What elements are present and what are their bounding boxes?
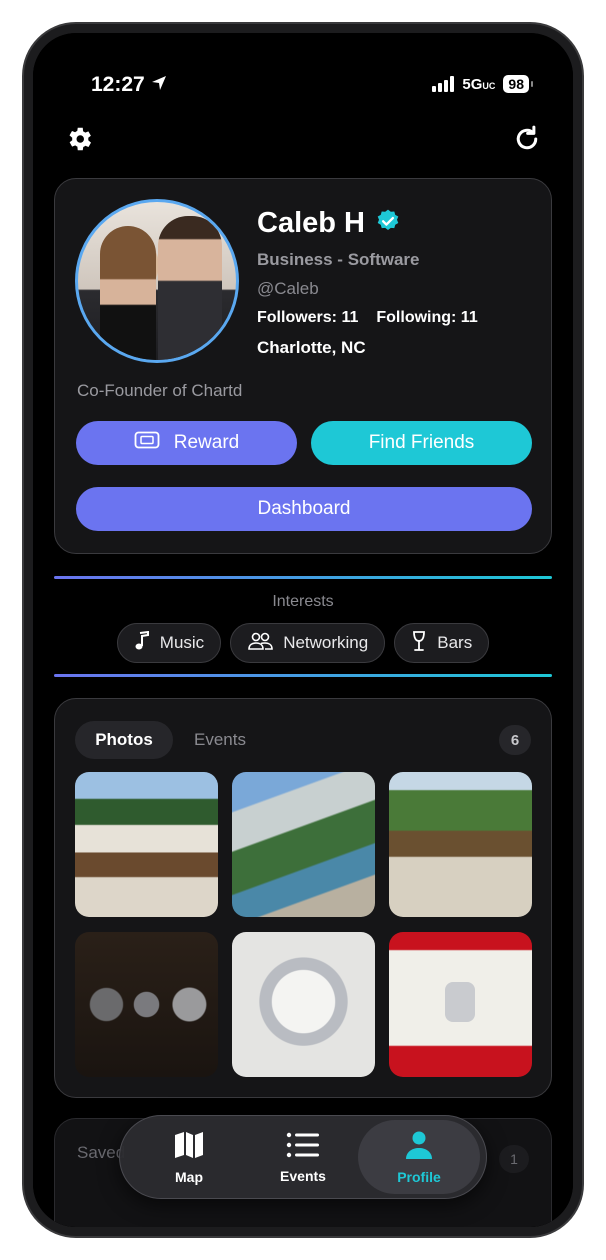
profile-category: Business - Software [257, 250, 420, 269]
settings-gear-icon[interactable] [61, 121, 97, 157]
tab-events[interactable]: Events [183, 721, 257, 759]
phone-frame: 12:27 5GUC 98 Caleb H Business - Softwar… [24, 24, 582, 1236]
status-time: 12:27 [91, 73, 167, 97]
dashboard-button[interactable]: Dashboard [76, 487, 532, 531]
name-row: Caleb H [257, 207, 401, 240]
profile-screen: 12:27 5GUC 98 Caleb H Business - Softwar… [33, 33, 573, 1227]
map-icon [173, 1130, 205, 1163]
interest-chip-networking[interactable]: Networking [230, 623, 386, 663]
status-indicators: 5GUC 98 [432, 75, 533, 93]
wine-glass-icon [411, 630, 427, 657]
photo-thumbnail[interactable] [389, 772, 532, 917]
verified-badge-icon [375, 208, 401, 239]
photo-thumbnail[interactable] [389, 932, 532, 1077]
avatar[interactable] [75, 199, 239, 363]
saved-label: Saved [77, 1143, 126, 1162]
network-label: 5GUC [462, 75, 496, 93]
profile-card: Caleb H Business - Software @Caleb Follo… [54, 178, 552, 554]
person-icon [404, 1130, 434, 1163]
bottom-tab-bar: Map Events Profile [119, 1115, 487, 1199]
tab-profile[interactable]: Profile [358, 1120, 480, 1194]
interest-chip-bars[interactable]: Bars [394, 623, 490, 663]
ticket-icon [134, 430, 160, 456]
photo-thumbnail[interactable] [75, 932, 218, 1077]
gradient-divider-top [54, 576, 552, 579]
tab-photos[interactable]: Photos [75, 721, 173, 759]
photo-count-badge: 6 [499, 725, 531, 755]
reward-label: Reward [173, 432, 240, 453]
location-arrow-icon [151, 73, 167, 97]
profile-handle: @Caleb [257, 279, 319, 298]
music-note-icon [134, 630, 150, 656]
photo-thumbnail[interactable] [232, 932, 375, 1077]
find-friends-button[interactable]: Find Friends [311, 421, 532, 465]
interest-chip-music[interactable]: Music [116, 623, 222, 663]
interests-title: Interests [272, 593, 334, 610]
list-icon [286, 1131, 320, 1162]
refresh-icon[interactable] [509, 121, 545, 157]
follow-stats: Followers: 11 Following: 11 [257, 309, 478, 327]
interests-chips: Music Networking Bars [33, 623, 573, 663]
media-card: Photos Events 6 [54, 698, 552, 1098]
profile-bio: Co-Founder of Chartd [77, 381, 243, 400]
followers-count[interactable]: Followers: 11 [257, 309, 358, 327]
saved-count-badge: 1 [499, 1145, 529, 1173]
photo-thumbnail[interactable] [232, 772, 375, 917]
profile-location: Charlotte, NC [257, 338, 366, 357]
tab-events-nav[interactable]: Events [242, 1120, 364, 1194]
gradient-divider-bottom [54, 674, 552, 677]
people-icon [247, 631, 273, 656]
tab-map[interactable]: Map [128, 1120, 250, 1194]
profile-name: Caleb H [257, 207, 365, 239]
battery-indicator: 98 [503, 75, 533, 93]
following-count[interactable]: Following: 11 [376, 309, 477, 327]
reward-button[interactable]: Reward [76, 421, 297, 465]
photo-thumbnail[interactable] [75, 772, 218, 917]
signal-icon [432, 76, 455, 92]
